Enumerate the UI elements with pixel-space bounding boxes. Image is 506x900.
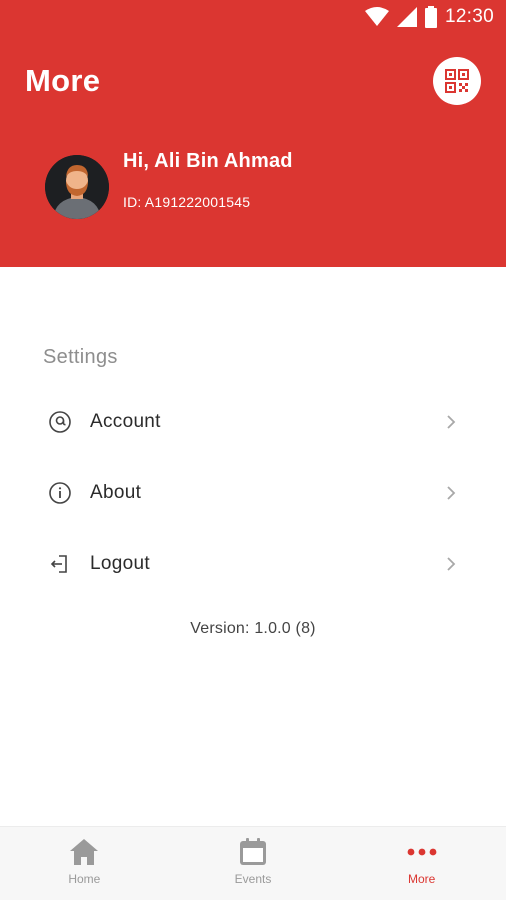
user-id: ID: A191222001545 bbox=[123, 194, 251, 210]
qr-code-icon bbox=[445, 69, 469, 93]
nav-item-events[interactable]: Events bbox=[169, 827, 338, 900]
chevron-right-icon bbox=[447, 415, 456, 429]
status-icons: 12:30 bbox=[364, 6, 494, 28]
signal-icon bbox=[396, 7, 417, 27]
home-icon bbox=[70, 839, 99, 865]
menu-item-label: Account bbox=[90, 411, 161, 432]
menu-item-account[interactable]: Account bbox=[0, 392, 506, 452]
more-dots-icon bbox=[407, 848, 437, 856]
menu-item-logout[interactable]: Logout bbox=[0, 534, 506, 594]
user-avatar-illustration bbox=[45, 155, 109, 219]
nav-label: Events bbox=[234, 872, 272, 886]
chevron-right-icon bbox=[447, 486, 456, 500]
status-time: 12:30 bbox=[444, 6, 494, 27]
wifi-icon bbox=[364, 7, 389, 26]
user-greeting: Hi, Ali Bin Ahmad bbox=[123, 150, 293, 172]
logout-icon bbox=[50, 555, 67, 573]
page-title: More bbox=[25, 63, 101, 98]
bottom-nav: Home Events More bbox=[0, 826, 506, 900]
menu-item-about[interactable]: About bbox=[0, 463, 506, 523]
profile-header: 12:30 More Hi, Ali Bin Ahmad ID: A191222… bbox=[0, 0, 506, 267]
account-icon bbox=[49, 411, 71, 433]
menu-item-label: Logout bbox=[90, 553, 150, 574]
status-bar: 12:30 bbox=[0, 0, 506, 36]
nav-item-more[interactable]: More bbox=[337, 827, 506, 900]
avatar bbox=[45, 155, 109, 219]
menu-item-label: About bbox=[90, 482, 142, 503]
nav-item-home[interactable]: Home bbox=[0, 827, 169, 900]
settings-section-title: Settings bbox=[43, 346, 118, 368]
calendar-icon bbox=[240, 838, 266, 865]
battery-icon bbox=[424, 6, 437, 28]
nav-label: More bbox=[408, 872, 436, 886]
nav-label: Home bbox=[68, 872, 101, 886]
chevron-right-icon bbox=[447, 557, 456, 571]
info-icon bbox=[49, 482, 71, 504]
qr-code-button[interactable] bbox=[433, 57, 481, 105]
app-version: Version: 1.0.0 (8) bbox=[190, 620, 316, 637]
